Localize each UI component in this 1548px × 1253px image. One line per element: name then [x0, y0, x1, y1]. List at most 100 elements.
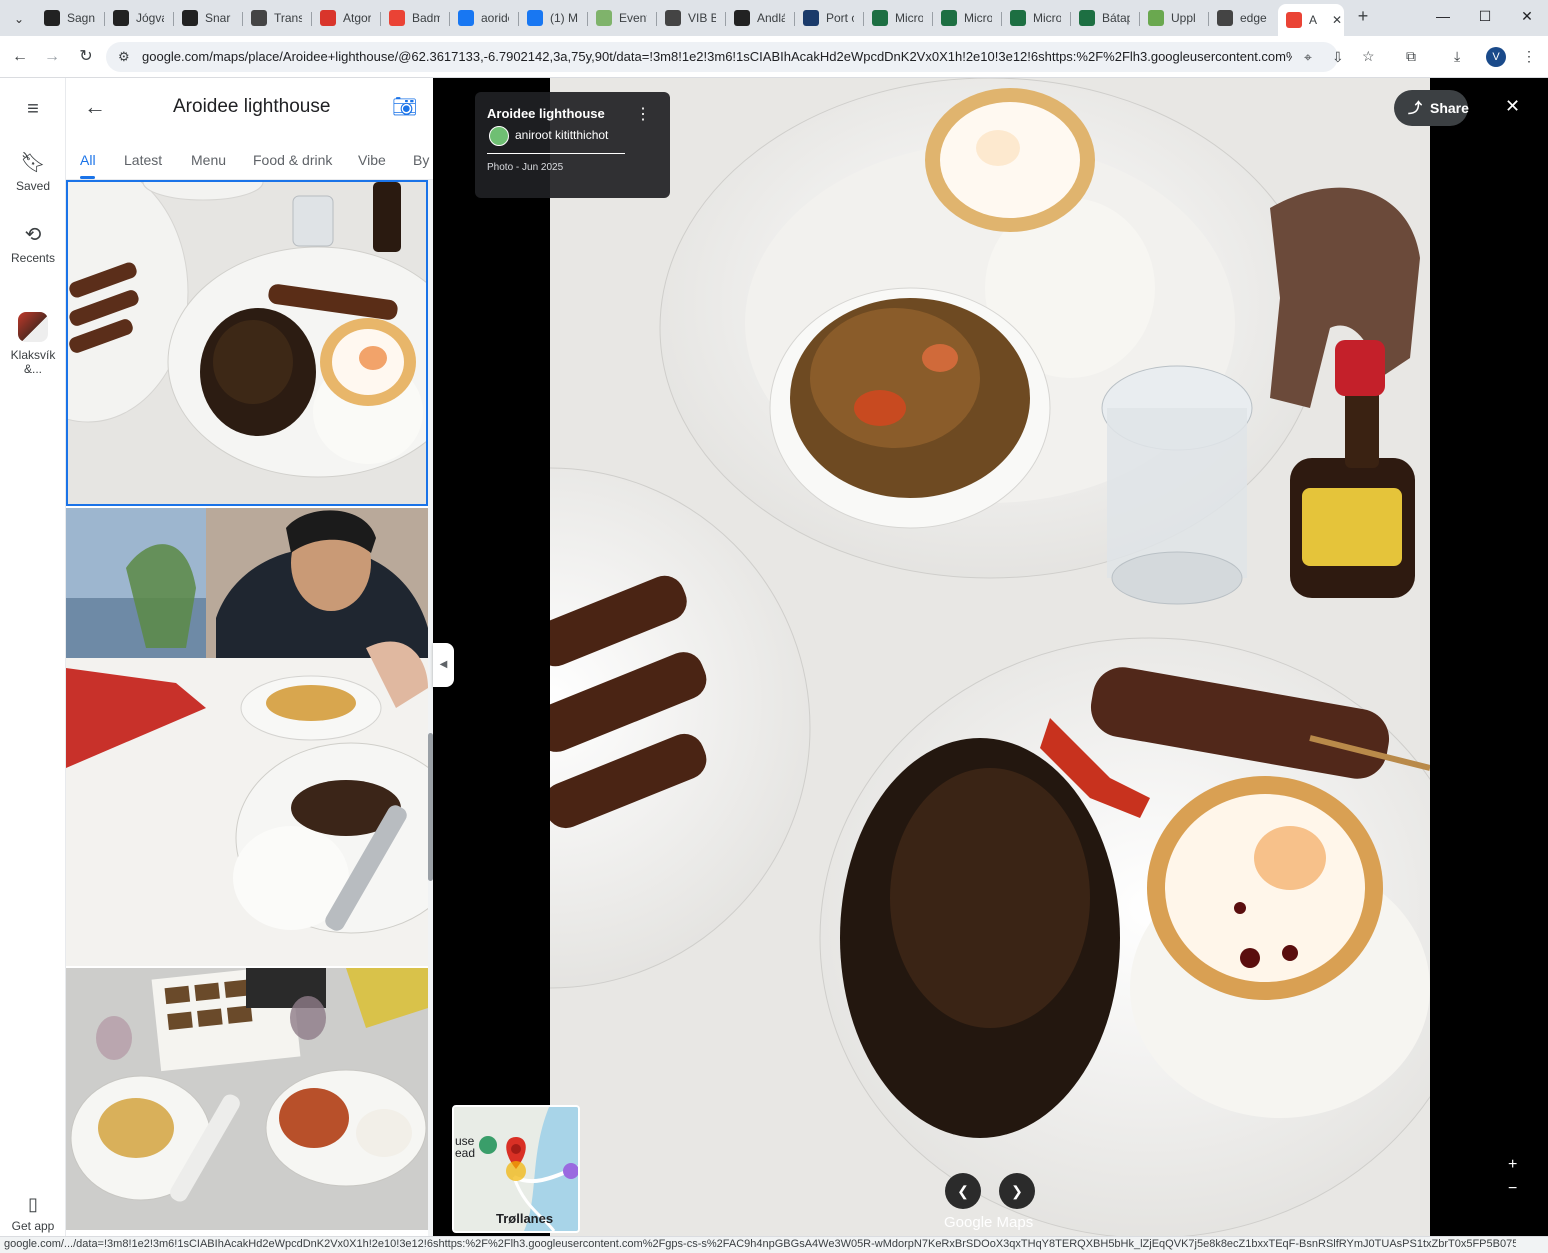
browser-tab-label: aoride [481, 11, 509, 25]
photo-thumbnail[interactable] [66, 968, 428, 1230]
browser-tab[interactable]: Uppl [1140, 6, 1204, 30]
google-maps-watermark: Google Maps [944, 1214, 1034, 1231]
location-icon[interactable]: ⌖ [1304, 49, 1312, 66]
browser-tab[interactable]: Atgor [312, 6, 376, 30]
bookmark-icon: 🔖︎ [20, 152, 46, 174]
browser-tab[interactable]: Bátap [1071, 6, 1135, 30]
place-title: Aroidee lighthouse [173, 96, 331, 117]
get-app-button[interactable]: ▯ Get app [0, 1194, 66, 1233]
excel-favicon-icon [872, 10, 888, 26]
minimize-icon[interactable]: — [1428, 8, 1458, 24]
add-photo-icon[interactable]: 📷︎ [392, 94, 417, 119]
minimap-place-label: Trøllanes [496, 1211, 554, 1226]
photo-category-tabs: All Latest Menu Food & drink Vibe By [66, 136, 433, 180]
minimap-partial-label: use ead [455, 1134, 476, 1160]
browser-tab-label: Sagni [67, 11, 95, 25]
globe-favicon-icon [251, 10, 267, 26]
bookmark-star-icon[interactable]: ☆ [1362, 48, 1375, 65]
photo-diner [66, 508, 428, 966]
browser-tab[interactable]: edge [1209, 6, 1273, 30]
recents-label: Recents [10, 251, 56, 265]
forward-arrow-icon[interactable]: → [40, 45, 64, 69]
tab-by-owner[interactable]: By [413, 152, 429, 168]
reload-icon[interactable]: ↻ [74, 45, 98, 69]
downloads-icon[interactable]: ⤓ [1454, 48, 1460, 65]
browser-tab[interactable]: Snar - [174, 6, 238, 30]
photo-author[interactable]: aniroot kititthichot [515, 128, 608, 142]
tab-vibe[interactable]: Vibe [358, 152, 386, 168]
author-avatar[interactable] [489, 126, 509, 146]
browser-tab[interactable]: Andlá [726, 6, 790, 30]
share-label: Share [1430, 100, 1469, 116]
menu-icon[interactable]: ≡ [0, 98, 66, 125]
photo-date: Photo - Jun 2025 [487, 162, 564, 173]
close-window-icon[interactable]: ✕ [1512, 8, 1542, 25]
snar-favicon-icon [113, 10, 129, 26]
browser-tab[interactable]: VIB B [657, 6, 721, 30]
browser-tab-strip: ⌄ Sagni Jógva Snar - Transl Atgor Badm aoride (… [0, 0, 1548, 36]
browser-tab-label: Bátap [1102, 11, 1130, 25]
recent-place-thumbnail [18, 312, 48, 342]
share-button[interactable]: ⤴ Share [1394, 90, 1469, 126]
previous-photo-button[interactable]: ❮ [945, 1173, 981, 1209]
close-viewer-icon[interactable]: ✕ [1505, 96, 1520, 117]
tab-food-and-drink[interactable]: Food & drink [253, 152, 332, 168]
photo-info-card: Aroidee lighthouse aniroot kititthichot … [475, 92, 670, 198]
more-options-icon[interactable]: ⋮ [635, 104, 651, 124]
photo-thumbnail-selected[interactable] [66, 180, 428, 506]
zoom-out-icon[interactable]: − [1508, 1180, 1517, 1198]
maximize-icon[interactable]: ☐ [1470, 8, 1500, 25]
browser-tab[interactable]: Transl [243, 6, 307, 30]
recents-button[interactable]: ⟲ Recents [0, 222, 66, 265]
tab-menu[interactable]: Menu [191, 152, 226, 168]
site-info-icon[interactable]: ⚙ [118, 49, 130, 65]
facebook-favicon-icon [527, 10, 543, 26]
main-photo-image [550, 78, 1430, 1236]
collapse-panel-button[interactable]: ◀ [433, 643, 454, 687]
browser-tab-label: Micro [1033, 11, 1061, 25]
browser-tab[interactable]: (1) M [519, 6, 583, 30]
saved-button[interactable]: 🔖︎ Saved [0, 150, 66, 193]
maps-pin-favicon-icon [1286, 12, 1302, 28]
recent-place-label: Klaksvík &... [10, 348, 56, 376]
new-tab-button[interactable]: + [1352, 6, 1374, 28]
browser-tab-label: Uppl [1171, 11, 1196, 25]
red-a-favicon-icon [320, 10, 336, 26]
browser-tab-label: Port c [826, 11, 854, 25]
browser-tab[interactable]: A ✕ [1278, 4, 1344, 36]
tab-latest[interactable]: Latest [124, 152, 162, 168]
tab-search-chevron-icon[interactable]: ⌄ [8, 8, 30, 30]
photo-place-name[interactable]: Aroidee lighthouse [487, 106, 605, 121]
panel-back-arrow-icon[interactable]: ← [84, 94, 106, 120]
tab-all[interactable]: All [80, 152, 96, 168]
browser-tab[interactable]: Micro [1002, 6, 1066, 30]
extensions-icon[interactable]: ⧉ [1406, 48, 1416, 65]
zoom-in-icon[interactable]: + [1508, 1156, 1517, 1174]
main-photo[interactable] [550, 78, 1430, 1236]
globe-favicon-icon [665, 10, 681, 26]
browser-tab[interactable]: Micro [864, 6, 928, 30]
close-tab-icon[interactable]: ✕ [1332, 13, 1342, 27]
history-icon: ⟲ [24, 224, 42, 246]
minimap[interactable]: use ead Trøllanes [452, 1105, 580, 1233]
k-favicon-icon [734, 10, 750, 26]
back-arrow-icon[interactable]: ← [8, 45, 32, 69]
browser-menu-icon[interactable]: ⋮ [1522, 48, 1536, 65]
photo-thumbnail[interactable] [66, 508, 428, 966]
browser-tab-label: VIB B [688, 11, 716, 25]
browser-tab[interactable]: Port c [795, 6, 859, 30]
browser-tab[interactable]: Jógva [105, 6, 169, 30]
browser-tab[interactable]: Badm [381, 6, 445, 30]
profile-avatar[interactable]: V [1486, 47, 1506, 67]
browser-tab[interactable]: Event [588, 6, 652, 30]
status-bar: google.com/.../data=!3m8!1e2!3m6!1sCIABI… [0, 1236, 1548, 1253]
address-bar-url[interactable]: google.com/maps/place/Aroidee+lighthouse… [142, 49, 1292, 64]
next-photo-button[interactable]: ❯ [999, 1173, 1035, 1209]
browser-tab[interactable]: aoride [450, 6, 514, 30]
address-bar[interactable]: ⚙ google.com/maps/place/Aroidee+lighthou… [106, 42, 1338, 72]
recent-place-button[interactable]: Klaksvík &... [0, 312, 66, 376]
browser-tab-label: Micro [895, 11, 923, 25]
browser-tab[interactable]: Sagni [36, 6, 100, 30]
install-app-icon[interactable]: ⇩ [1332, 49, 1344, 66]
browser-tab[interactable]: Micro [933, 6, 997, 30]
